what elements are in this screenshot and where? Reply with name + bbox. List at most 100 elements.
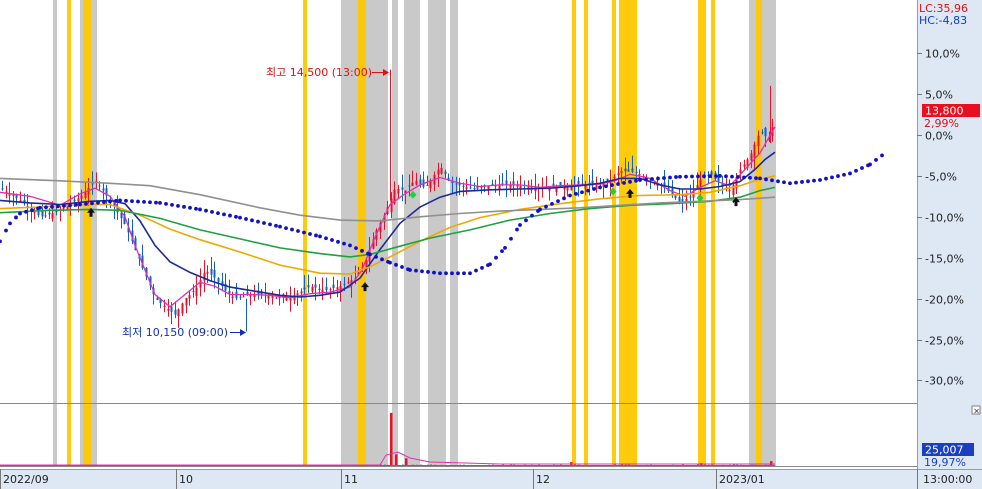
- indicator-dot: [690, 174, 694, 179]
- indicator-dot: [204, 208, 208, 213]
- indicator-dot: [262, 221, 266, 225]
- indicator-dot: [324, 236, 328, 241]
- indicator-dot: [330, 238, 334, 242]
- indicator-dot: [684, 174, 688, 179]
- candle-body: [242, 296, 245, 298]
- indicator-dot: [668, 175, 672, 180]
- volume-peak-0: [390, 412, 393, 466]
- candle-body: [177, 309, 180, 317]
- band-yellow-13: [612, 0, 616, 466]
- candle-body: [231, 296, 234, 298]
- indicator-dot: [515, 227, 519, 232]
- candle-body: [311, 286, 314, 292]
- indicator-dot: [758, 176, 762, 181]
- indicator-dot: [274, 223, 278, 228]
- time-axis-panel[interactable]: [0, 469, 982, 489]
- candle-body: [426, 184, 429, 186]
- indicator-dot: [142, 200, 146, 204]
- indicator-dot: [374, 254, 378, 259]
- indicator-dot: [544, 204, 548, 209]
- price-axis-panel[interactable]: [917, 0, 982, 489]
- indicator-dot: [742, 175, 746, 180]
- candle-body: [757, 135, 760, 147]
- y-tick-label-2: 0,0%: [925, 130, 953, 143]
- indicator-dot: [296, 229, 300, 233]
- indicator-dot: [278, 224, 282, 229]
- indicator-dot: [494, 255, 498, 260]
- indicator-dot: [868, 162, 872, 167]
- candle-body: [613, 176, 616, 178]
- indicator-dot: [90, 201, 94, 206]
- volume-pct-text: 19,97%: [924, 456, 966, 469]
- indicator-dot: [302, 230, 306, 235]
- indicator-dot: [874, 158, 878, 162]
- candle-body: [329, 289, 332, 291]
- candle-body: [624, 168, 627, 172]
- candle-body: [681, 198, 684, 202]
- candle-body: [91, 183, 94, 185]
- indicator-dot: [754, 176, 758, 181]
- candle-body: [620, 171, 623, 173]
- y-tick-label-7: -25,0%: [925, 335, 964, 348]
- indicator-dot: [18, 211, 22, 216]
- indicator-dot: [842, 172, 846, 177]
- candle-body: [80, 195, 83, 199]
- indicator-dot: [800, 180, 804, 184]
- indicator-dot: [194, 206, 198, 211]
- indicator-dot: [30, 208, 34, 212]
- candle-body: [174, 309, 177, 315]
- candle-body: [84, 192, 87, 198]
- candle-body: [635, 171, 638, 173]
- band-yellow-14: [619, 0, 637, 466]
- indicator-dot: [468, 271, 472, 276]
- candle-body: [761, 132, 764, 134]
- indicator-dot: [438, 271, 442, 276]
- indicator-dot: [290, 227, 294, 232]
- candle-body: [44, 215, 47, 217]
- indicator-dot: [788, 181, 792, 186]
- indicator-dot: [696, 174, 700, 179]
- indicator-dot: [394, 262, 398, 267]
- candle-body: [739, 169, 742, 174]
- candle-body: [627, 169, 630, 172]
- indicator-dot: [644, 177, 648, 182]
- indicator-dot: [474, 268, 478, 273]
- candle-body: [325, 286, 328, 291]
- indicator-dot: [764, 177, 768, 182]
- indicator-dot: [114, 198, 118, 203]
- indicator-dot: [678, 174, 682, 179]
- candle-body: [462, 185, 465, 187]
- candle-body: [437, 169, 440, 175]
- indicator-dot: [634, 178, 638, 183]
- y-tick-label-3: -5,0%: [925, 171, 957, 184]
- indicator-dot: [662, 176, 666, 180]
- candle-body: [473, 187, 476, 189]
- volume-text: 25,007: [925, 444, 964, 457]
- indicator-dot: [592, 187, 596, 191]
- indicator-dot: [782, 180, 786, 185]
- indicator-dot: [426, 270, 430, 274]
- indicator-dot: [342, 241, 346, 246]
- candle-body: [210, 268, 213, 275]
- candle-body: [239, 296, 242, 298]
- indicator-dot: [222, 212, 226, 217]
- candle-body: [415, 180, 418, 185]
- candle-body: [77, 198, 80, 202]
- indicator-dot: [456, 271, 460, 276]
- indicator-dot: [518, 223, 522, 227]
- candle-body: [48, 212, 51, 215]
- indicator-dot: [68, 203, 72, 208]
- x-label-nov: 11: [344, 473, 358, 486]
- candle-body: [1, 188, 4, 190]
- candle-body: [419, 179, 422, 184]
- candle-body: [743, 164, 746, 167]
- indicator-dot: [4, 228, 8, 233]
- band-yellow-16: [711, 0, 715, 466]
- indicator-dot: [148, 200, 152, 205]
- indicator-dot: [96, 200, 100, 205]
- band-gray-17: [749, 0, 776, 466]
- hc-label: HC:-4,83: [919, 14, 967, 27]
- y-tick-label-1: 5,0%: [925, 89, 953, 102]
- x-label-dec: 12: [536, 473, 550, 486]
- candle-body: [51, 213, 54, 219]
